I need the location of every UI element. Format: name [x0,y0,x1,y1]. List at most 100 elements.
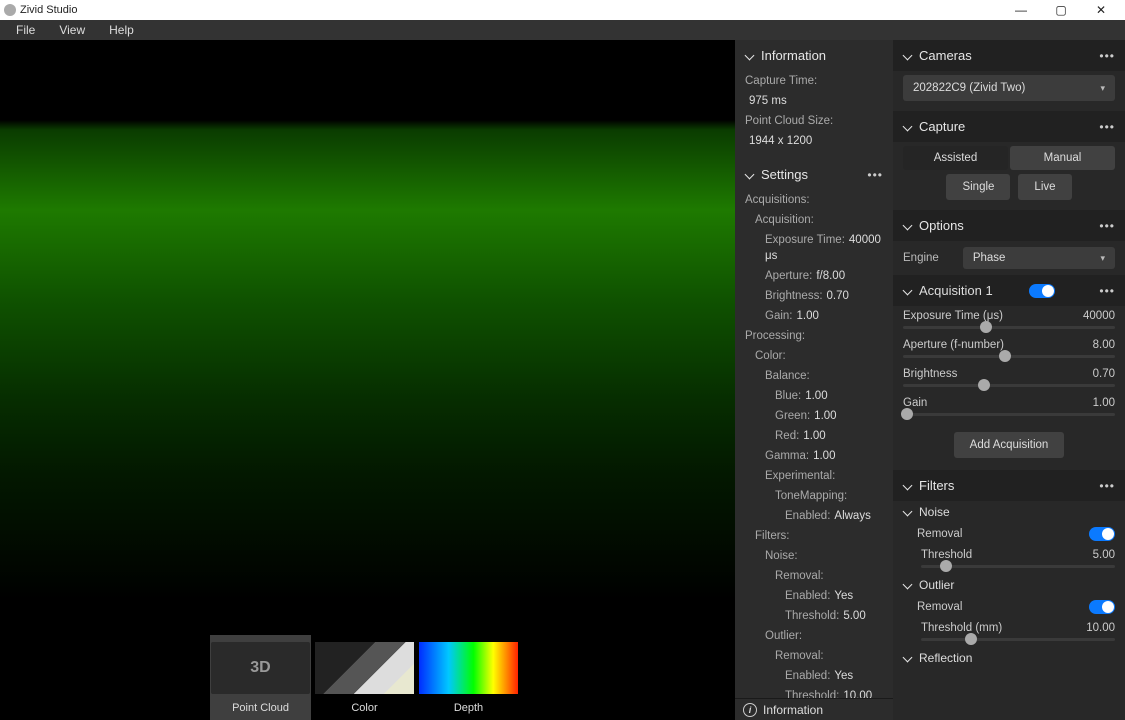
thumb-color [315,642,414,694]
chevron-down-icon: ▾ [1100,253,1105,264]
outlier-threshold-slider[interactable]: Threshold (mm)10.00 [893,618,1125,647]
chevron-down-icon [745,52,753,60]
aperture-row: Aperture:f/8.00 [735,266,893,286]
tab-color-label: Color [351,702,377,714]
close-button[interactable]: ✕ [1081,0,1121,20]
menubar: File View Help [0,20,1125,40]
acquisition1-menu-icon[interactable]: ••• [1099,284,1115,298]
maximize-button[interactable]: ▢ [1041,0,1081,20]
exposure-slider[interactable]: Exposure Time (μs)40000 [893,306,1125,335]
chevron-down-icon: ▾ [1100,83,1105,94]
tab-depth-label: Depth [454,702,483,714]
filters-header[interactable]: Filters ••• [893,470,1125,501]
brightness-slider[interactable]: Brightness0.70 [893,364,1125,393]
chevron-down-icon [903,508,911,516]
noise-threshold: Threshold:5.00 [735,606,893,626]
controls-panel: Cameras ••• 202822C9 (Zivid Two)▾ Captur… [893,40,1125,720]
gain-slider[interactable]: Gain1.00 [893,393,1125,422]
add-acquisition-button[interactable]: Add Acquisition [954,432,1065,458]
status-text: Information [763,703,823,717]
red-row: Red:1.00 [735,426,893,446]
acquisition-label: Acquisition: [735,210,893,230]
menu-file[interactable]: File [4,23,47,37]
options-menu-icon[interactable]: ••• [1099,219,1115,233]
assisted-button[interactable]: Assisted [903,146,1008,170]
engine-label: Engine [903,252,939,264]
tonemapping-label: ToneMapping: [735,486,893,506]
capture-header[interactable]: Capture ••• [893,111,1125,142]
experimental-label: Experimental: [735,466,893,486]
capture-time-value: 975 ms [735,91,893,111]
menu-view[interactable]: View [47,23,97,37]
tab-depth[interactable]: Depth [418,635,519,720]
settings-menu-icon[interactable]: ••• [867,168,883,182]
acquisition1-header[interactable]: Acquisition 1 ••• [893,275,1125,306]
status-bar: i Information [735,698,893,720]
chevron-down-icon [903,287,911,295]
noise-removal-toggle[interactable] [1089,527,1115,541]
single-button[interactable]: Single [946,174,1010,200]
manual-button[interactable]: Manual [1010,146,1115,170]
settings-header[interactable]: Settings ••• [735,159,893,190]
tab-point-cloud-label: Point Cloud [232,702,289,714]
cameras-header[interactable]: Cameras ••• [893,40,1125,71]
outlier-removal-enabled: Enabled:Yes [735,666,893,686]
noise-threshold-slider[interactable]: Threshold5.00 [893,545,1125,574]
cameras-menu-icon[interactable]: ••• [1099,49,1115,63]
chevron-down-icon [903,482,911,490]
chevron-down-icon [903,52,911,60]
outlier-removal-row: Removal [893,596,1125,618]
thumb-3d-icon: 3D [211,642,310,694]
acquisitions-label: Acquisitions: [735,190,893,210]
capture-menu-icon[interactable]: ••• [1099,120,1115,134]
point-cloud-render [0,100,735,600]
tab-color[interactable]: Color [314,635,415,720]
thumb-depth [419,642,518,694]
menu-help[interactable]: Help [97,23,146,37]
app-logo-icon [4,4,16,16]
green-row: Green:1.00 [735,406,893,426]
chevron-down-icon [903,123,911,131]
balance-label: Balance: [735,366,893,386]
pc-size-value: 1944 x 1200 [735,131,893,151]
blue-row: Blue:1.00 [735,386,893,406]
options-header[interactable]: Options ••• [893,210,1125,241]
outlier-removal-toggle[interactable] [1089,600,1115,614]
aperture-slider[interactable]: Aperture (f-number)8.00 [893,335,1125,364]
outlier-subhead[interactable]: Outlier [893,574,1125,596]
info-panel: Information Capture Time: 975 ms Point C… [735,40,893,720]
engine-select[interactable]: Phase▾ [963,247,1115,269]
info-icon: i [743,703,757,717]
outlier-removal-label: Removal: [735,646,893,666]
viewport-3d[interactable]: 3D Point Cloud Color Depth [0,40,735,720]
tab-point-cloud[interactable]: 3D Point Cloud [210,635,311,720]
reflection-subhead[interactable]: Reflection [893,647,1125,669]
live-button[interactable]: Live [1018,174,1071,200]
pc-size-label: Point Cloud Size: [735,111,893,131]
window-title: Zivid Studio [20,4,77,16]
gain-row: Gain:1.00 [735,306,893,326]
information-header[interactable]: Information [735,40,893,71]
filters-label: Filters: [735,526,893,546]
chevron-down-icon [745,171,753,179]
filters-menu-icon[interactable]: ••• [1099,479,1115,493]
color-label: Color: [735,346,893,366]
noise-subhead[interactable]: Noise [893,501,1125,523]
processing-label: Processing: [735,326,893,346]
noise-label: Noise: [735,546,893,566]
capture-time-label: Capture Time: [735,71,893,91]
minimize-button[interactable]: — [1001,0,1041,20]
exposure-row: Exposure Time:40000 μs [735,230,893,266]
acquisition1-toggle[interactable] [1029,284,1055,298]
noise-removal-label: Removal: [735,566,893,586]
gamma-row: Gamma:1.00 [735,446,893,466]
titlebar: Zivid Studio — ▢ ✕ [0,0,1125,20]
noise-removal-row: Removal [893,523,1125,545]
noise-removal-enabled: Enabled:Yes [735,586,893,606]
camera-select[interactable]: 202822C9 (Zivid Two)▾ [903,75,1115,101]
tonemapping-enabled: Enabled:Always [735,506,893,526]
chevron-down-icon [903,581,911,589]
view-tabs: 3D Point Cloud Color Depth [210,635,519,720]
brightness-row: Brightness:0.70 [735,286,893,306]
chevron-down-icon [903,654,911,662]
